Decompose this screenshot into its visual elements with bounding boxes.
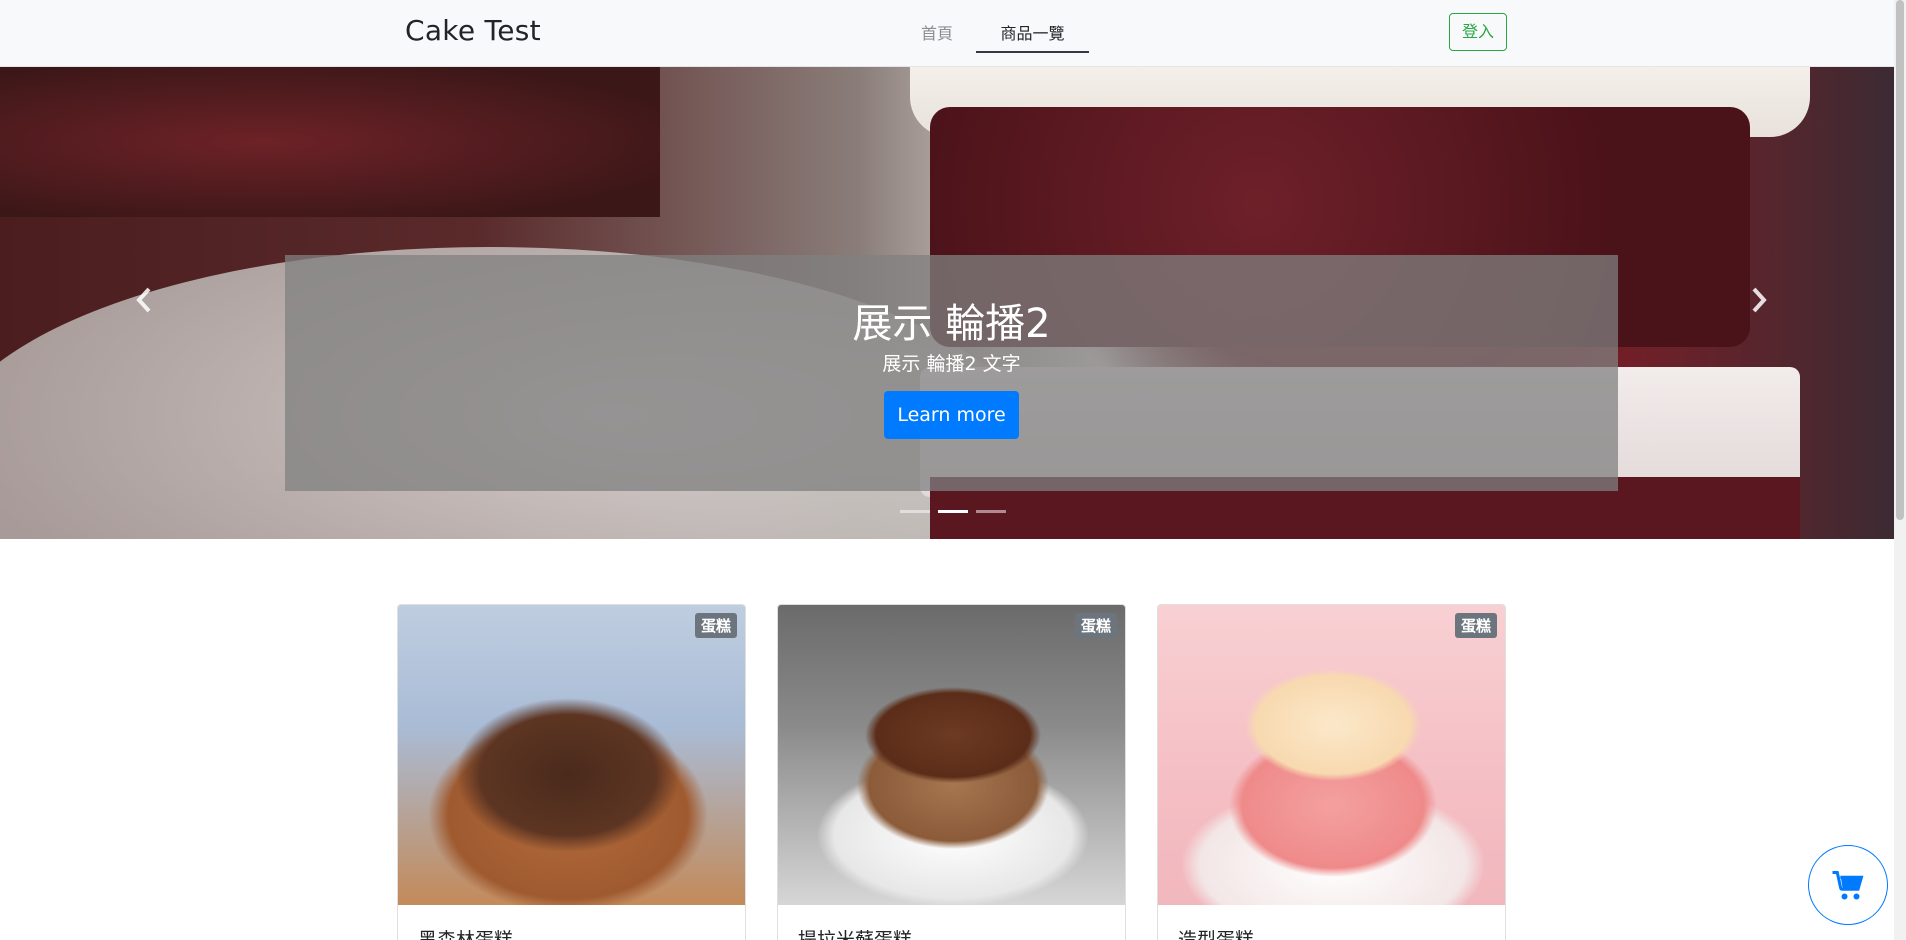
hero-carousel: 展示 輪播2 展示 輪播2 文字 Learn more — [0, 67, 1906, 539]
carousel-background-image — [0, 67, 660, 217]
login-button[interactable]: 登入 — [1449, 13, 1507, 51]
product-title: 提拉米蘇蛋糕 — [798, 929, 913, 940]
product-image — [1158, 605, 1505, 905]
carousel-indicator-3[interactable] — [976, 510, 1006, 513]
learn-more-button[interactable]: Learn more — [884, 391, 1019, 439]
carousel-indicator-2[interactable] — [938, 510, 968, 513]
nav-link-products[interactable]: 商品一覽 — [976, 20, 1089, 53]
product-card[interactable]: 蛋糕 提拉米蘇蛋糕 — [777, 604, 1126, 940]
carousel-text: 展示 輪播2 文字 — [882, 353, 1021, 375]
category-badge: 蛋糕 — [1074, 613, 1117, 638]
product-card[interactable]: 蛋糕 黑森林蛋糕 — [397, 604, 746, 940]
product-title: 黑森林蛋糕 — [418, 929, 514, 940]
nav-link-home[interactable]: 首頁 — [921, 20, 953, 44]
carousel-indicators — [900, 510, 1006, 513]
category-badge: 蛋糕 — [1454, 613, 1497, 638]
carousel-title: 展示 輪播2 — [852, 301, 1051, 347]
carousel-indicator-1[interactable] — [900, 510, 930, 513]
product-image — [398, 605, 745, 905]
carousel-next-icon[interactable] — [1750, 287, 1768, 320]
brand-logo[interactable]: Cake Test — [405, 14, 541, 47]
scrollbar-thumb[interactable] — [1896, 0, 1904, 520]
product-card[interactable]: 蛋糕 造型蛋糕 — [1157, 604, 1506, 940]
product-image — [778, 605, 1125, 905]
product-title: 造型蛋糕 — [1178, 929, 1255, 940]
carousel-prev-icon[interactable] — [135, 287, 153, 320]
product-list: 蛋糕 黑森林蛋糕 蛋糕 提拉米蘇蛋糕 蛋糕 造型蛋糕 — [397, 604, 1506, 940]
shopping-cart-icon — [1832, 871, 1864, 900]
carousel-caption: 展示 輪播2 展示 輪播2 文字 Learn more — [285, 255, 1618, 491]
category-badge: 蛋糕 — [694, 613, 737, 638]
top-navbar: Cake Test 首頁 商品一覽 登入 — [0, 0, 1906, 67]
cart-button[interactable] — [1808, 845, 1888, 925]
page-scrollbar[interactable] — [1894, 0, 1906, 940]
